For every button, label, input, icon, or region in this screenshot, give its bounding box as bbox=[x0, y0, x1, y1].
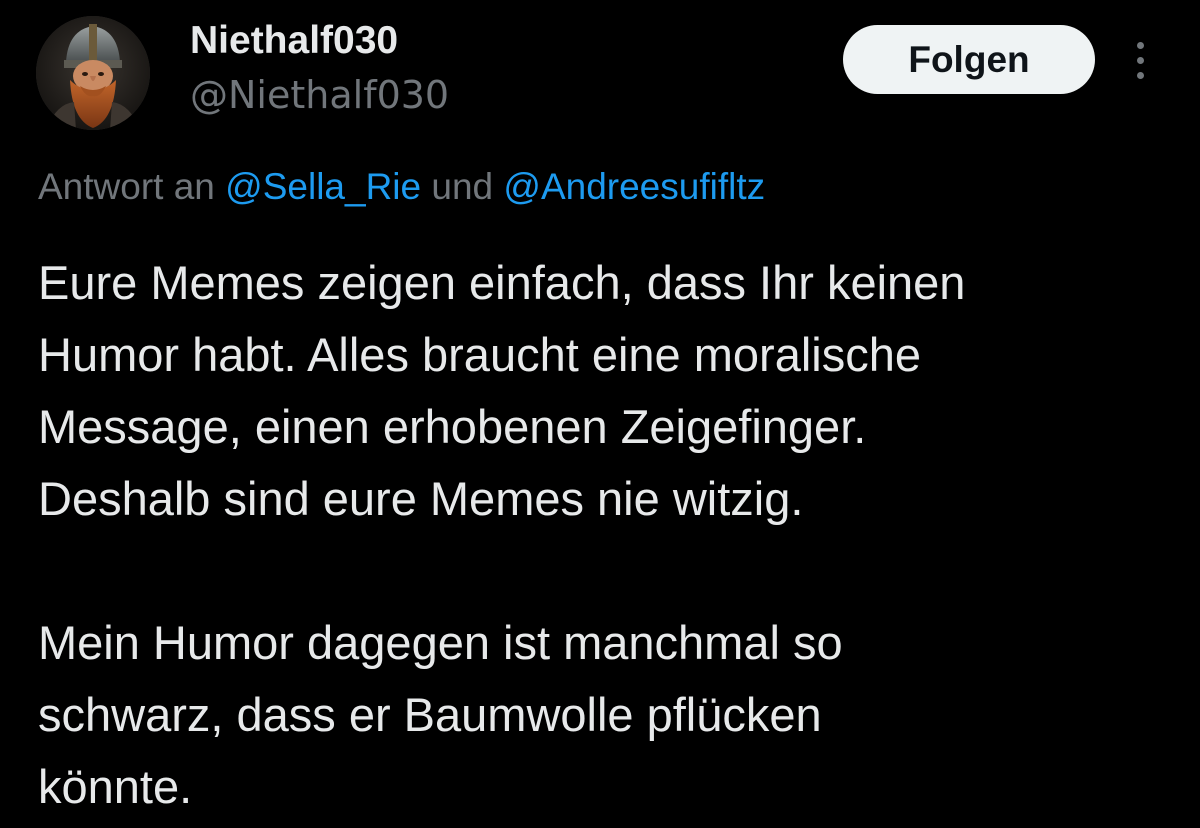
tweet-paragraph-1: Eure Memes zeigen einfach, dass Ihr kein… bbox=[38, 256, 966, 525]
reply-context: Antwort an @Sella_Rie und @Andreesufiflt… bbox=[38, 163, 765, 211]
reply-connector: und bbox=[421, 166, 504, 207]
follow-button[interactable]: Folgen bbox=[843, 25, 1095, 94]
mention-link-andreesufifltz[interactable]: @Andreesufifltz bbox=[503, 166, 765, 207]
tweet-card: Niethalf030 @Niethalf030 Folgen Antwort … bbox=[0, 0, 1200, 828]
author-handle[interactable]: @Niethalf030 bbox=[190, 72, 449, 118]
dwarf-warrior-avatar-icon bbox=[36, 16, 150, 130]
avatar[interactable] bbox=[36, 16, 150, 130]
author-display-name[interactable]: Niethalf030 bbox=[190, 18, 398, 64]
more-options-icon[interactable] bbox=[1122, 38, 1158, 84]
tweet-paragraph-2: Mein Humor dagegen ist manchmal so schwa… bbox=[38, 616, 843, 813]
mention-link-sella[interactable]: @Sella_Rie bbox=[225, 166, 421, 207]
tweet-text: Eure Memes zeigen einfach, dass Ihr kein… bbox=[38, 247, 1168, 823]
reply-prefix: Antwort an bbox=[38, 166, 226, 207]
